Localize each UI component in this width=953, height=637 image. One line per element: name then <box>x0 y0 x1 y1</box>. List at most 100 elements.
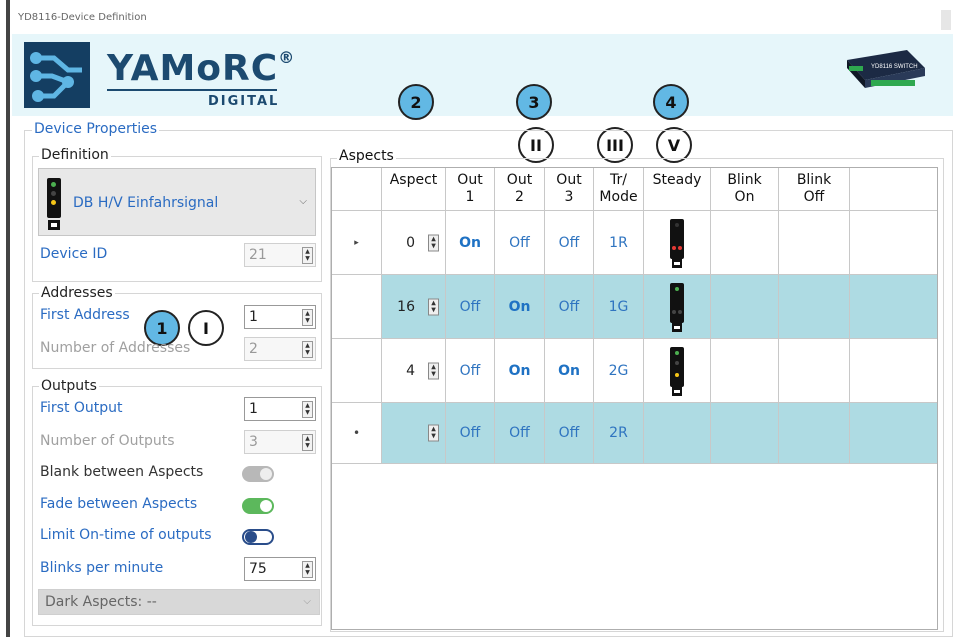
first-output-label: First Output <box>40 400 123 416</box>
out2-cell[interactable]: Off <box>495 403 545 463</box>
fade-between-aspects-label: Fade between Aspects <box>40 496 198 512</box>
tr-mode-cell[interactable]: 2R <box>594 403 644 463</box>
header-selector <box>332 168 382 210</box>
header-banner: YAMoRC® DIGITAL YD8116 SWITCH <box>12 34 953 116</box>
steady-cell[interactable] <box>644 339 711 402</box>
callout-2: 2 <box>398 84 434 120</box>
header-blink-off[interactable]: Blink Off <box>779 168 850 210</box>
spinner-arrows-icon: ▲ ▼ <box>302 341 313 358</box>
spinner-arrows-icon: ▲ ▼ <box>302 434 313 451</box>
chevron-down-icon: ⌵ <box>303 596 311 607</box>
out1-cell[interactable]: Off <box>446 339 495 402</box>
number-of-outputs-spinner: 3 ▲ ▼ <box>244 430 316 454</box>
blink-on-cell[interactable] <box>711 211 779 274</box>
blink-off-cell[interactable] <box>779 339 850 402</box>
number-of-addresses-spinner: 2 ▲ ▼ <box>244 337 316 361</box>
blank-between-aspects-toggle[interactable] <box>242 466 274 482</box>
first-address-spinner[interactable]: 1 ▲ ▼ <box>244 305 316 329</box>
definition-title: Definition <box>39 147 111 163</box>
out3-cell[interactable]: On <box>545 339 594 402</box>
brand-subtitle: DIGITAL <box>208 94 280 109</box>
steady-cell[interactable] <box>644 403 711 463</box>
table-row[interactable]: 4 ▲ ▼ Off On On 2G <box>332 339 937 403</box>
table-row[interactable]: 16 ▲ ▼ Off On Off 1G <box>332 275 937 339</box>
spinner-arrows-icon: ▲ ▼ <box>302 561 313 578</box>
out3-cell[interactable]: Off <box>545 211 594 274</box>
blink-on-cell[interactable] <box>711 403 779 463</box>
definition-select[interactable]: DB H/V Einfahrsignal ⌵ <box>38 168 316 236</box>
number-of-addresses-label: Number of Addresses <box>40 340 191 356</box>
device-definition-window: YD8116-Device Definition YAMoRC® DIGITAL <box>12 0 953 637</box>
out3-cell[interactable]: Off <box>545 403 594 463</box>
tr-mode-cell[interactable]: 1G <box>594 275 644 338</box>
aspects-title: Aspects <box>337 148 396 164</box>
device-id-spinner: 21 ▲ ▼ <box>244 243 316 267</box>
scroll-thumb[interactable] <box>941 10 951 30</box>
dark-aspects-select: Dark Aspects: -- ⌵ <box>38 589 320 615</box>
brand-underline <box>107 89 277 91</box>
device-image: YD8116 SWITCH <box>841 46 929 92</box>
out1-cell[interactable]: Off <box>446 275 495 338</box>
grid-header: Aspect Out 1 Out 2 Out 3 Tr/ Mode Steady… <box>332 168 937 211</box>
aspect-value: 0 <box>406 234 415 251</box>
title-bar: YD8116-Device Definition <box>12 0 953 34</box>
callout-4: 4 <box>653 84 689 120</box>
spinner-arrows-icon: ▲ ▼ <box>428 362 439 379</box>
blink-off-cell[interactable] <box>779 275 850 338</box>
first-address-label: First Address <box>40 307 130 323</box>
blink-off-cell[interactable] <box>779 211 850 274</box>
header-out3[interactable]: Out 3 <box>545 168 594 210</box>
brand-name: YAMoRC® <box>107 48 296 89</box>
blinks-per-minute-label: Blinks per minute <box>40 560 164 576</box>
out3-cell[interactable]: Off <box>545 275 594 338</box>
spinner-arrows-icon: ▲ ▼ <box>428 424 439 442</box>
out2-cell[interactable]: Off <box>495 211 545 274</box>
header-blink-on[interactable]: Blink On <box>711 168 779 210</box>
table-row[interactable]: • ▲ ▼ Off Off Off 2R <box>332 403 937 464</box>
limit-on-time-toggle[interactable] <box>242 529 274 545</box>
blink-on-cell[interactable] <box>711 339 779 402</box>
spinner-arrows-icon: ▲ ▼ <box>302 247 313 264</box>
blank-between-aspects-label: Blank between Aspects <box>40 464 204 480</box>
tr-mode-cell[interactable]: 2G <box>594 339 644 402</box>
new-row-icon: • <box>352 426 361 440</box>
out1-cell[interactable]: Off <box>446 403 495 463</box>
definition-selected: DB H/V Einfahrsignal <box>73 195 219 211</box>
outputs-title: Outputs <box>39 378 99 394</box>
aspect-value: 4 <box>406 362 415 379</box>
spinner-arrows-icon: ▲ ▼ <box>428 298 439 315</box>
out2-cell[interactable]: On <box>495 275 545 338</box>
table-row[interactable]: ▸ 0 ▲ ▼ On Off Off 1R <box>332 211 937 275</box>
signal-icon <box>47 178 61 230</box>
addresses-title: Addresses <box>39 285 115 301</box>
blink-off-cell[interactable] <box>779 403 850 463</box>
spinner-arrows-icon: ▲ ▼ <box>302 309 313 326</box>
first-output-spinner[interactable]: 1 ▲ ▼ <box>244 397 316 421</box>
row-selector-icon: ▸ <box>354 237 359 248</box>
steady-cell[interactable] <box>644 275 711 338</box>
fade-between-aspects-toggle[interactable] <box>242 498 274 514</box>
tr-mode-cell[interactable]: 1R <box>594 211 644 274</box>
header-out2[interactable]: Out 2 <box>495 168 545 210</box>
svg-text:YD8116 SWITCH: YD8116 SWITCH <box>871 64 918 70</box>
header-steady[interactable]: Steady <box>644 168 711 210</box>
spinner-arrows-icon: ▲ ▼ <box>302 401 313 418</box>
blinks-per-minute-spinner[interactable]: 75 ▲ ▼ <box>244 557 316 581</box>
signal-red-icon <box>670 218 684 268</box>
signal-green-icon <box>670 282 684 332</box>
blink-on-cell[interactable] <box>711 275 779 338</box>
yamorc-logo-icon <box>24 42 90 108</box>
limit-on-time-label: Limit On-time of outputs <box>40 527 212 543</box>
device-id-label: Device ID <box>40 246 108 262</box>
out2-cell[interactable]: On <box>495 339 545 402</box>
callout-3: 3 <box>516 84 552 120</box>
steady-cell[interactable] <box>644 211 711 274</box>
signal-green-yellow-icon <box>670 346 684 396</box>
header-tr-mode[interactable]: Tr/ Mode <box>594 168 644 210</box>
header-aspect[interactable]: Aspect <box>382 168 446 210</box>
header-out1[interactable]: Out 1 <box>446 168 495 210</box>
out1-cell[interactable]: On <box>446 211 495 274</box>
aspect-value: 16 <box>397 298 415 315</box>
chevron-down-icon[interactable]: ⌵ <box>299 196 307 207</box>
window-title: YD8116-Device Definition <box>18 12 147 23</box>
